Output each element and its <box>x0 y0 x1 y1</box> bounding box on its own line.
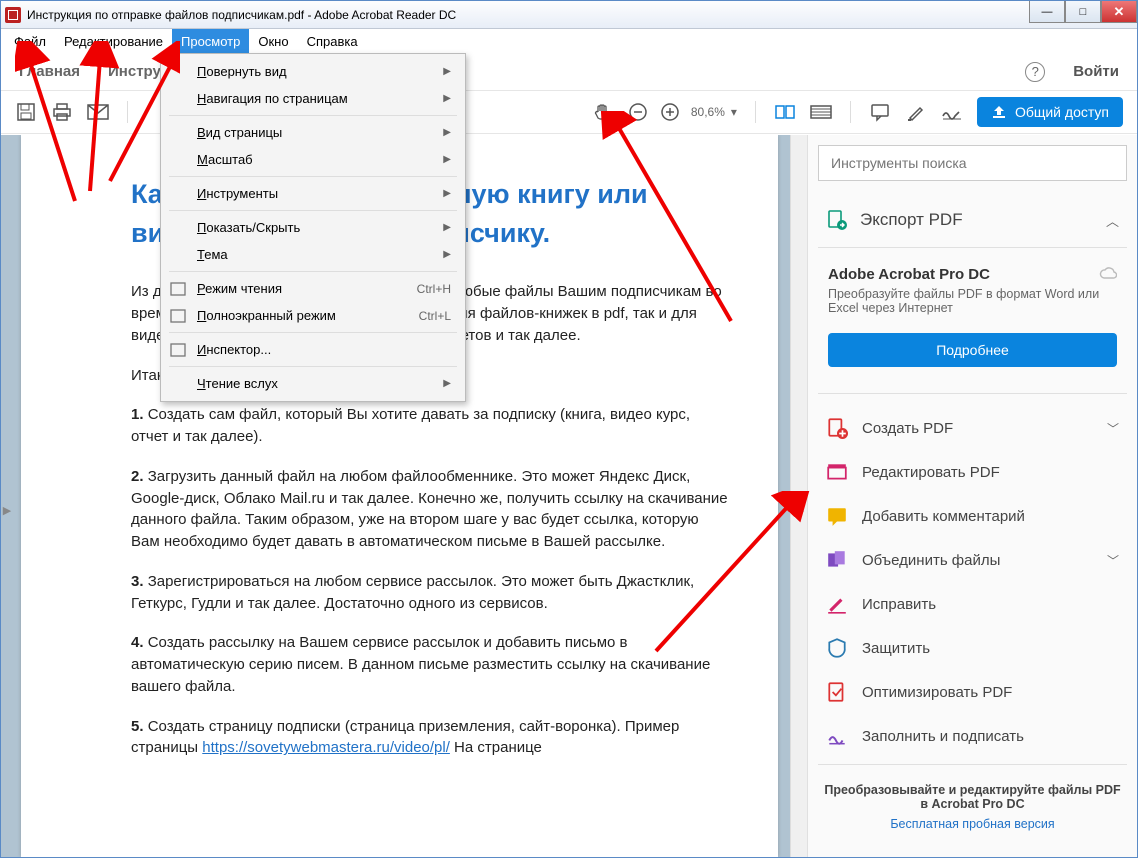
chevron-down-icon: ﹀ <box>1107 552 1119 569</box>
comment-icon <box>826 505 848 527</box>
protect-icon <box>826 637 848 659</box>
tool-row[interactable]: Заполнить и подписать <box>818 714 1127 758</box>
submenu-arrow-icon: ▶ <box>443 127 451 138</box>
login-button[interactable]: Войти <box>1073 63 1119 80</box>
side-panel: ▶ Экспорт PDF ︿ Adobe Acrobat Pro DC Пре… <box>807 135 1137 857</box>
app-icon <box>5 7 21 23</box>
submenu-arrow-icon: ▶ <box>443 188 451 199</box>
view-dropdown: Повернуть вид▶Навигация по страницам▶ Вид… <box>160 53 466 402</box>
inspect-icon <box>169 341 187 359</box>
full-icon <box>169 307 187 325</box>
menu-item[interactable]: Полноэкранный режимCtrl+L <box>161 302 465 329</box>
menu-item[interactable]: Вид страницы▶ <box>161 119 465 146</box>
left-collapse-icon[interactable]: ▶ <box>1 495 13 525</box>
fit-width-icon[interactable] <box>774 101 796 123</box>
close-button[interactable]: ✕ <box>1101 1 1137 23</box>
create-icon <box>826 417 848 439</box>
redact-icon <box>826 593 848 615</box>
promo-text: Преобразовывайте и редактируйте файлы PD… <box>824 783 1121 811</box>
annotation-arrow <box>641 491 811 661</box>
learn-more-button[interactable]: Подробнее <box>828 333 1117 367</box>
minimize-button[interactable]: — <box>1029 1 1065 23</box>
doc-paragraph: 1. Создать сам файл, который Вы хотите д… <box>131 404 728 448</box>
search-tools-input[interactable] <box>818 145 1127 181</box>
menu-item[interactable]: Инструменты▶ <box>161 180 465 207</box>
menu-help[interactable]: Справка <box>298 29 367 53</box>
share-button[interactable]: Общий доступ <box>977 97 1123 127</box>
submenu-arrow-icon: ▶ <box>443 66 451 77</box>
menu-item[interactable]: Инспектор... <box>161 336 465 363</box>
menu-item[interactable]: Повернуть вид▶ <box>161 58 465 85</box>
export-pdf-icon <box>826 209 848 231</box>
menu-item[interactable]: Масштаб▶ <box>161 146 465 173</box>
submenu-arrow-icon: ▶ <box>443 249 451 260</box>
menu-item[interactable]: Показать/Скрыть▶ <box>161 214 465 241</box>
promo-link[interactable]: Бесплатная пробная версия <box>824 817 1121 831</box>
menu-item[interactable]: Чтение вслух▶ <box>161 370 465 397</box>
comment-icon[interactable] <box>869 101 891 123</box>
tool-row[interactable]: Объединить файлы﹀ <box>818 538 1127 582</box>
titlebar: Инструкция по отправке файлов подписчика… <box>1 1 1137 29</box>
tool-row[interactable]: Создать PDF﹀ <box>818 406 1127 450</box>
cloud-icon <box>1099 266 1117 282</box>
sign-icon <box>826 725 848 747</box>
chevron-down-icon: ﹀ <box>1107 420 1119 437</box>
tool-row[interactable]: Редактировать PDF <box>818 450 1127 494</box>
doc-paragraph: 3. Зарегистрироваться на любом сервисе р… <box>131 571 728 615</box>
help-icon[interactable]: ? <box>1025 62 1045 82</box>
export-pdf-header[interactable]: Экспорт PDF ︿ <box>818 199 1127 241</box>
combine-icon <box>826 549 848 571</box>
submenu-arrow-icon: ▶ <box>443 93 451 104</box>
optimize-icon <box>826 681 848 703</box>
sign-icon[interactable] <box>941 101 963 123</box>
menu-window[interactable]: Окно <box>249 29 297 53</box>
doc-paragraph: 2. Загрузить данный файл на любом файлоо… <box>131 466 728 553</box>
chevron-up-icon: ︿ <box>1106 211 1119 230</box>
window-title: Инструкция по отправке файлов подписчика… <box>27 8 456 22</box>
edit-icon <box>826 461 848 483</box>
doc-paragraph: 4. Создать рассылку на Вашем сервисе рас… <box>131 632 728 697</box>
submenu-arrow-icon: ▶ <box>443 378 451 389</box>
annotation-arrow <box>561 111 741 331</box>
menu-view[interactable]: Просмотр <box>172 29 249 53</box>
read-icon <box>169 280 187 298</box>
maximize-button[interactable]: □ <box>1065 1 1101 23</box>
annotation-arrow <box>15 41 180 211</box>
menu-item[interactable]: Режим чтенияCtrl+H <box>161 275 465 302</box>
submenu-arrow-icon: ▶ <box>443 154 451 165</box>
menu-item[interactable]: Тема▶ <box>161 241 465 268</box>
product-name: Adobe Acrobat Pro DC <box>828 266 1091 283</box>
doc-paragraph: 5. Создать страницу подписки (страница п… <box>131 716 728 760</box>
tool-row[interactable]: Защитить <box>818 626 1127 670</box>
export-desc: Преобразуйте файлы PDF в формат Word или… <box>828 287 1117 315</box>
fit-page-icon[interactable] <box>810 101 832 123</box>
menu-item[interactable]: Навигация по страницам▶ <box>161 85 465 112</box>
highlight-icon[interactable] <box>905 101 927 123</box>
tool-row[interactable]: Исправить <box>818 582 1127 626</box>
submenu-arrow-icon: ▶ <box>443 222 451 233</box>
upload-icon <box>991 104 1007 120</box>
tool-row[interactable]: Добавить комментарий <box>818 494 1127 538</box>
tool-row[interactable]: Оптимизировать PDF <box>818 670 1127 714</box>
doc-link[interactable]: https://sovetywebmastera.ru/video/pl/ <box>202 739 450 756</box>
